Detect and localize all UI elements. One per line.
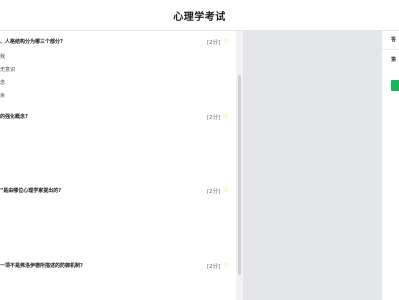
divider [382, 49, 399, 50]
star-icon[interactable]: ☆ [223, 262, 230, 269]
question-score: [2分] [207, 40, 221, 46]
exam-header: 心理学考试 [0, 0, 399, 31]
star-icon[interactable]: ☆ [223, 38, 230, 45]
option-label[interactable]: 念 [0, 79, 5, 86]
question-list[interactable]: 、人格结构分为哪三个部分? [2分] ☆ 我 无意识 念 余 的强化概念? [2… [0, 31, 243, 300]
question-number-label: 第 [391, 57, 397, 63]
option-label[interactable]: 我 [0, 53, 5, 60]
option-label[interactable]: 无意识 [0, 66, 15, 73]
content-gap [243, 31, 382, 300]
star-icon[interactable]: ☆ [223, 187, 230, 194]
option-label[interactable]: 余 [0, 92, 5, 99]
question-text: 一项不是弗洛伊德所描述的防御机制? [0, 263, 83, 269]
question-text: ”是由哪位心理学家提出的? [0, 188, 62, 194]
question-score: [2分] [207, 189, 221, 195]
answer-sheet-panel: 答 第 [382, 31, 399, 300]
star-icon[interactable]: ☆ [223, 113, 230, 120]
submit-button[interactable] [391, 80, 399, 91]
question-score: [2分] [207, 115, 221, 121]
question-score: [2分] [207, 264, 221, 270]
answer-sheet-label: 答 [391, 37, 397, 43]
question-text: 、人格结构分为哪三个部分? [0, 39, 63, 45]
scrollbar-thumb[interactable] [238, 75, 241, 275]
page-title: 心理学考试 [173, 11, 226, 23]
question-text: 的强化概念? [0, 114, 28, 120]
